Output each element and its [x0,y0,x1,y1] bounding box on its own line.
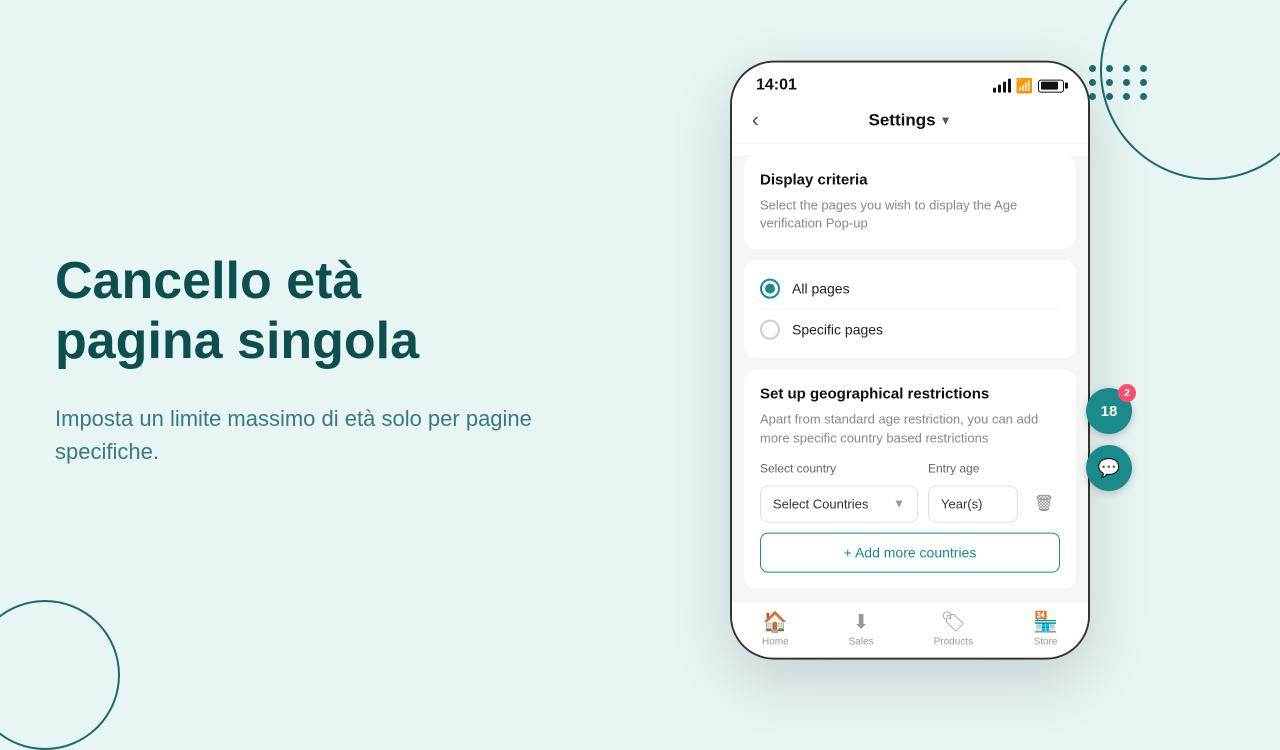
radio-specific-pages[interactable]: Specific pages [760,309,1060,350]
radio-specific-pages-label: Specific pages [792,322,883,338]
select-countries-value: Select Countries [773,496,868,511]
subtitle: Imposta un limite massimo di età solo pe… [55,402,615,468]
radio-all-pages-circle[interactable] [760,279,780,299]
nav-products[interactable]: 🏷 Products [934,609,973,647]
status-icons: 📶 [993,77,1064,94]
signal-icon [993,79,1011,93]
phone-mockup: 14:01 📶 ‹ Settings ▼ [730,61,1090,660]
status-time: 14:01 [756,77,797,95]
settings-dropdown-arrow[interactable]: ▼ [940,114,952,128]
radio-specific-pages-circle[interactable] [760,320,780,340]
nav-products-label: Products [934,636,973,647]
phone-content: Display criteria Select the pages you wi… [732,156,1088,658]
entry-age-value: Year(s) [941,496,982,511]
geo-section: Set up geographical restrictions Apart f… [744,370,1076,588]
products-icon: 🏷 [941,609,966,634]
battery-icon [1038,79,1064,92]
radio-group: All pages Specific pages [744,261,1076,358]
home-icon: 🏠 [763,609,788,634]
fab-18-label: 18 [1101,403,1118,420]
display-criteria-title: Display criteria [760,172,1060,189]
entry-age-wrapper: Year(s) [928,485,1018,522]
bottom-nav: 🏠 Home ⬇ Sales 🏷 Products 🏪 Store [732,600,1088,657]
entry-age-col-label: Entry age [928,461,1018,475]
display-criteria-card: Display criteria Select the pages you wi… [744,156,1076,249]
select-countries-arrow: ▼ [893,497,905,511]
store-icon: 🏪 [1033,609,1058,634]
nav-store-label: Store [1034,636,1058,647]
status-bar: 14:01 📶 [732,63,1088,101]
entry-age-input[interactable]: Year(s) [928,485,1018,522]
add-countries-button[interactable]: + Add more countries [760,532,1060,572]
sales-icon: ⬇ [853,609,870,634]
bg-circle-bottom-left [0,600,120,750]
back-button[interactable]: ‹ [752,109,759,132]
delete-row-button[interactable]: 🗑 [1028,488,1060,520]
main-title: Cancello età pagina singola [55,252,615,372]
fab-18-button[interactable]: 18 2 [1086,388,1132,434]
geo-desc: Apart from standard age restriction, you… [760,411,1060,447]
country-row: Select Countries ▼ Year(s) 🗑 [760,485,1060,522]
add-countries-label: + Add more countries [844,544,977,560]
app-header: ‹ Settings ▼ [732,101,1088,144]
nav-home-label: Home [762,636,789,647]
radio-all-pages[interactable]: All pages [760,269,1060,309]
phone-frame: 14:01 📶 ‹ Settings ▼ [730,61,1090,660]
nav-sales-label: Sales [849,636,874,647]
left-content: Cancello età pagina singola Imposta un l… [55,252,615,468]
geo-title: Set up geographical restrictions [760,386,1060,403]
select-country-wrapper: Select Countries ▼ [760,485,918,522]
select-countries-dropdown[interactable]: Select Countries ▼ [760,485,918,522]
radio-all-pages-label: All pages [792,281,850,297]
nav-store[interactable]: 🏪 Store [1033,609,1058,647]
fab-chat-button[interactable]: 💬 [1086,445,1132,491]
header-title: Settings ▼ [869,111,952,131]
chat-icon: 💬 [1098,458,1120,479]
display-criteria-desc: Select the pages you wish to display the… [760,197,1060,233]
fab-18-badge: 2 [1118,384,1136,402]
country-col-label: Select country [760,461,918,475]
radio-all-pages-dot [765,284,775,294]
nav-sales[interactable]: ⬇ Sales [849,609,874,647]
nav-home[interactable]: 🏠 Home [762,609,789,647]
wifi-icon: 📶 [1016,77,1033,94]
bg-dots [1089,65,1150,100]
